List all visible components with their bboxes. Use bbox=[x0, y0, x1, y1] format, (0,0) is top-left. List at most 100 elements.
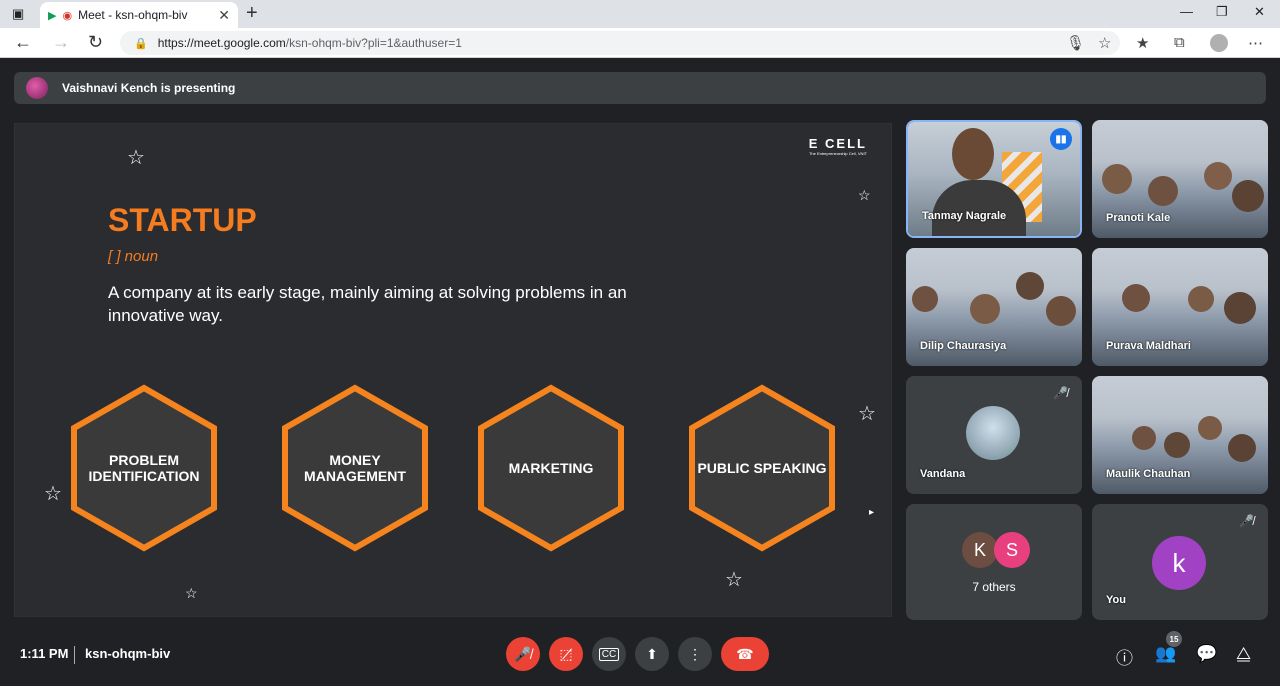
hexagon-money-management: MONEY MANAGEMENT bbox=[281, 384, 429, 552]
others-tile[interactable]: K S 7 others bbox=[906, 504, 1082, 620]
student-figure bbox=[1188, 286, 1214, 312]
divider bbox=[74, 646, 75, 664]
profile-avatar[interactable] bbox=[1210, 34, 1228, 52]
meeting-details-icon[interactable]: ⓘ bbox=[1116, 644, 1133, 669]
meet-favicon-icon: ▶ bbox=[48, 9, 57, 22]
participant-tile[interactable]: Pranoti Kale bbox=[1092, 120, 1268, 238]
participant-tile[interactable]: Maulik Chauhan bbox=[1092, 376, 1268, 494]
more-menu-icon[interactable]: ⋯ bbox=[1248, 34, 1263, 52]
student-figure bbox=[1132, 426, 1156, 450]
close-tab-icon[interactable]: ✕ bbox=[218, 7, 230, 24]
leave-call-button[interactable]: ☎ bbox=[721, 637, 769, 671]
ecell-logo: E CELL The Entrepreneurship Cell, VNIT bbox=[809, 136, 867, 156]
participant-body bbox=[932, 180, 1026, 236]
slide-noun: [ ] noun bbox=[108, 248, 159, 265]
hexagon-marketing: MARKETING bbox=[477, 384, 625, 552]
participant-tile[interactable]: Dilip Chaurasiya bbox=[906, 248, 1082, 366]
student-figure bbox=[1228, 434, 1256, 462]
slide-title: STARTUP bbox=[108, 202, 257, 238]
student-figure bbox=[1016, 272, 1044, 300]
people-icon[interactable]: 👥 bbox=[1155, 644, 1176, 664]
captions-icon: CC bbox=[598, 647, 620, 661]
url-field[interactable]: 🔒 https://meet.google.com/ksn-ohqm-biv?p… bbox=[120, 31, 1120, 55]
participant-name: Tanmay Nagrale bbox=[922, 210, 1007, 222]
url-host: https://meet.google.com bbox=[157, 36, 286, 50]
self-tile[interactable]: k 🎤̸ You bbox=[1092, 504, 1268, 620]
recording-icon: ◉ bbox=[62, 9, 73, 22]
microphone-toggle-button[interactable]: 🎤̸ bbox=[506, 637, 540, 671]
presentation-slide[interactable]: ☆ ☆ ☆ ☆ ☆ ☆ E CELL The Entrepreneurship … bbox=[14, 123, 892, 617]
star-icon: ☆ bbox=[127, 147, 145, 169]
participant-avatar: S bbox=[994, 532, 1030, 568]
browser-titlebar: ▣ ▶ ◉ Meet - ksn-ohqm-biv ✕ + — ❐ ✕ bbox=[0, 0, 1280, 28]
captions-button[interactable]: CC bbox=[592, 637, 626, 671]
meet-stage: Vaishnavi Kench is presenting ☆ ☆ ☆ ☆ ☆ … bbox=[0, 58, 1280, 686]
add-favorite-icon[interactable]: ☆ bbox=[1098, 34, 1111, 52]
hexagon-public-speaking: PUBLIC SPEAKING bbox=[688, 384, 836, 552]
new-tab-icon[interactable]: + bbox=[246, 2, 258, 24]
minimize-icon[interactable]: — bbox=[1180, 4, 1193, 19]
student-figure bbox=[1102, 164, 1132, 194]
lock-icon: 🔒 bbox=[134, 37, 148, 50]
microphone-icon[interactable]: 🎙 bbox=[1066, 34, 1085, 52]
self-avatar: k bbox=[1152, 536, 1206, 590]
student-figure bbox=[912, 286, 938, 312]
hexagon-label: MONEY MANAGEMENT bbox=[304, 452, 406, 484]
camera-off-icon: ⬚̸ bbox=[559, 645, 573, 662]
forward-icon[interactable]: → bbox=[52, 32, 70, 52]
student-figure bbox=[1122, 284, 1150, 312]
hexagon-label: PROBLEM IDENTIFICATION bbox=[88, 452, 200, 484]
tab-actions-icon[interactable]: ▣ bbox=[12, 6, 24, 22]
people-count-badge: 15 bbox=[1166, 631, 1182, 647]
star-icon: ☆ bbox=[44, 483, 62, 505]
participant-name: Maulik Chauhan bbox=[1106, 468, 1191, 480]
participant-face bbox=[952, 128, 994, 180]
others-count: 7 others bbox=[972, 580, 1016, 594]
close-window-icon[interactable]: ✕ bbox=[1254, 4, 1265, 20]
maximize-icon[interactable]: ❐ bbox=[1216, 4, 1228, 20]
chat-icon[interactable]: 💬 bbox=[1196, 644, 1217, 664]
browser-tab[interactable]: ▶ ◉ Meet - ksn-ohqm-biv ✕ bbox=[40, 2, 238, 28]
presenter-avatar bbox=[26, 77, 48, 99]
url-path: /ksn-ohqm-biv?pli=1&authuser=1 bbox=[285, 36, 462, 50]
mic-off-icon: 🎤̸ bbox=[1239, 514, 1254, 528]
participant-name: Dilip Chaurasiya bbox=[920, 340, 1007, 352]
more-vert-icon: ⋮ bbox=[688, 645, 702, 662]
participant-avatar bbox=[966, 406, 1020, 460]
hexagon-problem-identification: PROBLEM IDENTIFICATION bbox=[70, 384, 218, 552]
student-figure bbox=[970, 294, 1000, 324]
back-icon[interactable]: ← bbox=[14, 32, 32, 52]
star-icon: ☆ bbox=[858, 403, 876, 425]
present-screen-icon: ⬆ bbox=[646, 645, 658, 662]
ecell-logo-text: E CELL bbox=[808, 136, 867, 151]
participant-name: Vandana bbox=[920, 468, 966, 480]
participant-tile[interactable]: Purava Maldhari bbox=[1092, 248, 1268, 366]
tab-title: Meet - ksn-ohqm-biv bbox=[78, 8, 188, 22]
star-icon: ☆ bbox=[858, 187, 871, 203]
speaking-indicator-icon: ▮▮ bbox=[1050, 128, 1072, 150]
participant-name: Purava Maldhari bbox=[1106, 340, 1191, 352]
camera-toggle-button[interactable]: ⬚̸ bbox=[549, 637, 583, 671]
slide-definition: A company at its early stage, mainly aim… bbox=[108, 283, 627, 325]
address-bar: ← → ↻ 🔒 https://meet.google.com/ksn-ohqm… bbox=[0, 28, 1280, 58]
favorites-icon[interactable]: ★ bbox=[1136, 34, 1149, 52]
participant-tile[interactable]: 🎤̸ Vandana bbox=[906, 376, 1082, 494]
collections-icon[interactable]: ⧉ bbox=[1174, 34, 1185, 51]
control-bar: 1:11 PM ksn-ohqm-biv 🎤̸ ⬚̸ CC ⬆ ⋮ ☎ ⓘ 👥 … bbox=[0, 628, 1280, 686]
student-figure bbox=[1164, 432, 1190, 458]
clock-time: 1:11 PM bbox=[20, 646, 69, 661]
reload-icon[interactable]: ↻ bbox=[88, 32, 103, 52]
present-button[interactable]: ⬆ bbox=[635, 637, 669, 671]
star-icon: ☆ bbox=[725, 569, 743, 591]
star-icon: ☆ bbox=[185, 585, 198, 601]
activities-icon[interactable]: ⧋ bbox=[1236, 644, 1251, 664]
student-figure bbox=[1224, 292, 1256, 324]
student-figure bbox=[1148, 176, 1178, 206]
cursor-icon: ▸ bbox=[869, 507, 875, 518]
participant-tile[interactable]: ▮▮ Tanmay Nagrale bbox=[906, 120, 1082, 238]
mic-off-icon: 🎤̸ bbox=[1053, 386, 1068, 400]
participant-name: Pranoti Kale bbox=[1106, 212, 1171, 224]
student-figure bbox=[1232, 180, 1264, 212]
student-figure bbox=[1204, 162, 1232, 190]
more-options-button[interactable]: ⋮ bbox=[678, 637, 712, 671]
